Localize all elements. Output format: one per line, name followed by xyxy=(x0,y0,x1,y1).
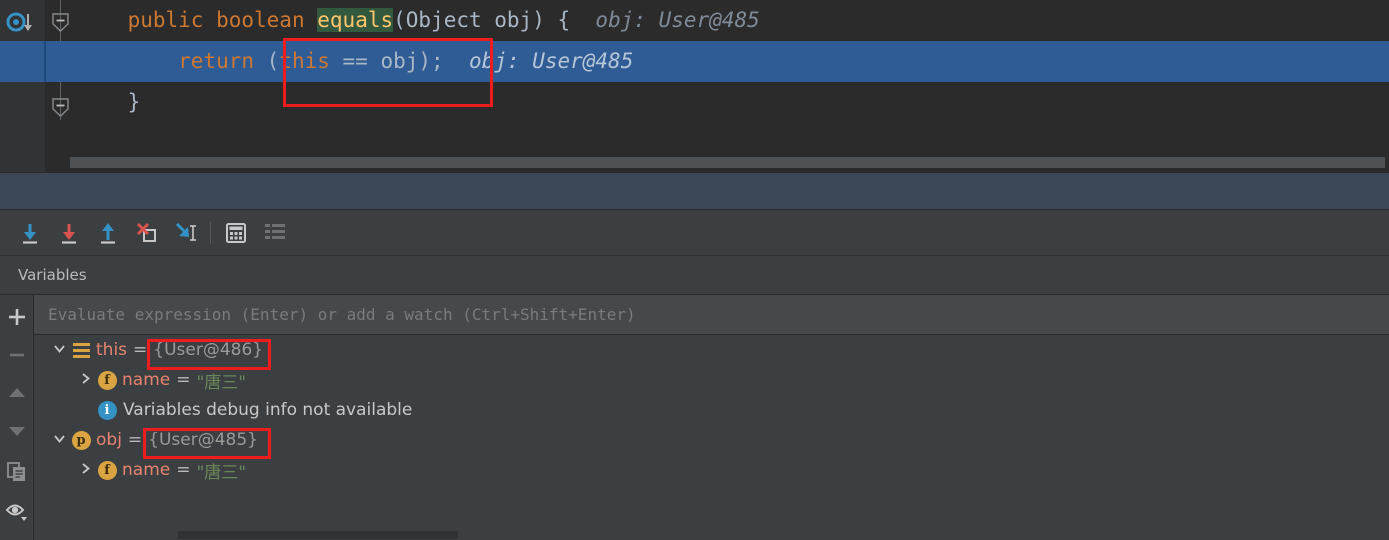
panel-divider-band[interactable] xyxy=(0,172,1389,210)
editor-gutter[interactable] xyxy=(0,0,45,172)
field-icon: f xyxy=(96,459,118,481)
inlay-hint: obj: User@485 xyxy=(570,8,760,32)
variable-name: this xyxy=(96,340,128,360)
var-this[interactable]: this = {User@486} xyxy=(34,335,1389,365)
step-into-icon[interactable] xyxy=(55,220,83,246)
code-token: } xyxy=(77,90,141,114)
evaluate-expression-icon[interactable] xyxy=(222,220,250,246)
chevron-right-icon[interactable] xyxy=(74,372,96,388)
idea-debugger-screen: public boolean equals(Object obj) { obj:… xyxy=(0,0,1389,540)
code-token: boolean xyxy=(216,8,305,32)
equals-sign: = xyxy=(127,430,143,450)
code-token: equals xyxy=(317,8,394,32)
equals-sign: = xyxy=(133,340,148,360)
var-this-name[interactable]: f name = "唐三" xyxy=(34,365,1389,395)
variable-name: name xyxy=(122,460,171,480)
evaluate-expression-placeholder: Evaluate expression (Enter) or add a wat… xyxy=(48,305,636,324)
force-step-into-icon[interactable] xyxy=(133,220,161,246)
variable-name: obj xyxy=(96,430,122,450)
run-to-cursor-icon[interactable] xyxy=(172,220,200,246)
editor-horizontal-scrollbar[interactable] xyxy=(70,157,1385,168)
chevron-right-icon[interactable] xyxy=(74,462,96,478)
tab-variables[interactable]: Variables xyxy=(18,256,87,295)
inspect-icon[interactable] xyxy=(3,498,31,526)
equals-sign: = xyxy=(176,370,191,390)
selected-line-gutter-highlight xyxy=(0,41,77,82)
line-return[interactable]: return (this == obj); obj: User@485 xyxy=(77,41,1389,82)
inlay-hint: obj: User@485 xyxy=(443,49,634,73)
chevron-down-icon[interactable] xyxy=(48,342,70,358)
code-folding-strip[interactable] xyxy=(45,0,77,172)
editor-scrollbar-thumb[interactable] xyxy=(70,157,1385,168)
debugger-toolbar xyxy=(0,210,1389,256)
code-text-area[interactable]: public boolean equals(Object obj) { obj:… xyxy=(77,0,1389,150)
field-icon: f xyxy=(96,369,118,391)
variables-scrollbar-thumb[interactable] xyxy=(178,531,458,539)
selected-line-caret-marker xyxy=(44,41,46,82)
variables-horizontal-scrollbar[interactable] xyxy=(68,530,1389,540)
code-token: public xyxy=(127,8,204,32)
toolbar-separator xyxy=(210,222,211,244)
code-token: ( xyxy=(254,49,280,73)
code-token: == obj); xyxy=(329,49,444,73)
move-down-icon[interactable] xyxy=(3,417,31,445)
variable-value: "唐三" xyxy=(196,372,247,393)
watches-mini-toolbar xyxy=(0,295,34,540)
variables-tab-bar: Variables xyxy=(0,256,1389,295)
evaluate-expression-field[interactable]: Evaluate expression (Enter) or add a wat… xyxy=(34,295,1389,335)
variable-value: {User@486} xyxy=(153,340,264,360)
variable-value: "唐三" xyxy=(196,462,247,483)
code-token: (Object obj) { xyxy=(393,8,571,32)
variable-name: name xyxy=(122,370,171,390)
code-token: return xyxy=(178,49,255,73)
step-out-icon[interactable] xyxy=(94,220,122,246)
variable-value: {User@485} xyxy=(148,430,258,450)
code-token: this xyxy=(279,49,330,73)
variables-panel: Evaluate expression (Enter) or add a wat… xyxy=(34,295,1389,540)
var-obj-name[interactable]: f name = "唐三" xyxy=(34,455,1389,485)
equals-sign: = xyxy=(176,460,191,480)
chevron-down-icon[interactable] xyxy=(48,432,70,448)
line-signature[interactable]: public boolean equals(Object obj) { obj:… xyxy=(77,0,1389,41)
info-icon: i xyxy=(96,399,118,421)
move-up-icon[interactable] xyxy=(3,379,31,407)
line-close-brace[interactable]: } xyxy=(77,82,1389,123)
add-watch-icon[interactable] xyxy=(3,303,31,331)
var-obj[interactable]: p obj = {User@485} xyxy=(34,425,1389,455)
copy-value-icon[interactable] xyxy=(3,458,31,486)
collapse-fold-icon[interactable] xyxy=(51,13,70,32)
settings-layout-icon[interactable] xyxy=(261,220,289,246)
method-override-icon[interactable] xyxy=(6,11,36,35)
collapse-fold-icon[interactable] xyxy=(51,98,70,117)
code-editor: public boolean equals(Object obj) { obj:… xyxy=(0,0,1389,172)
var-debug-info-message[interactable]: i Variables debug info not available xyxy=(34,395,1389,425)
parameter-icon: p xyxy=(70,429,92,451)
remove-watch-icon[interactable] xyxy=(3,341,31,369)
object-instance-icon xyxy=(70,339,92,361)
step-over-icon[interactable] xyxy=(16,220,44,246)
variables-debug-info-message: Variables debug info not available xyxy=(123,400,413,420)
variables-tree[interactable]: this = {User@486} f name = "唐三" i Variables debu… xyxy=(34,335,1389,540)
